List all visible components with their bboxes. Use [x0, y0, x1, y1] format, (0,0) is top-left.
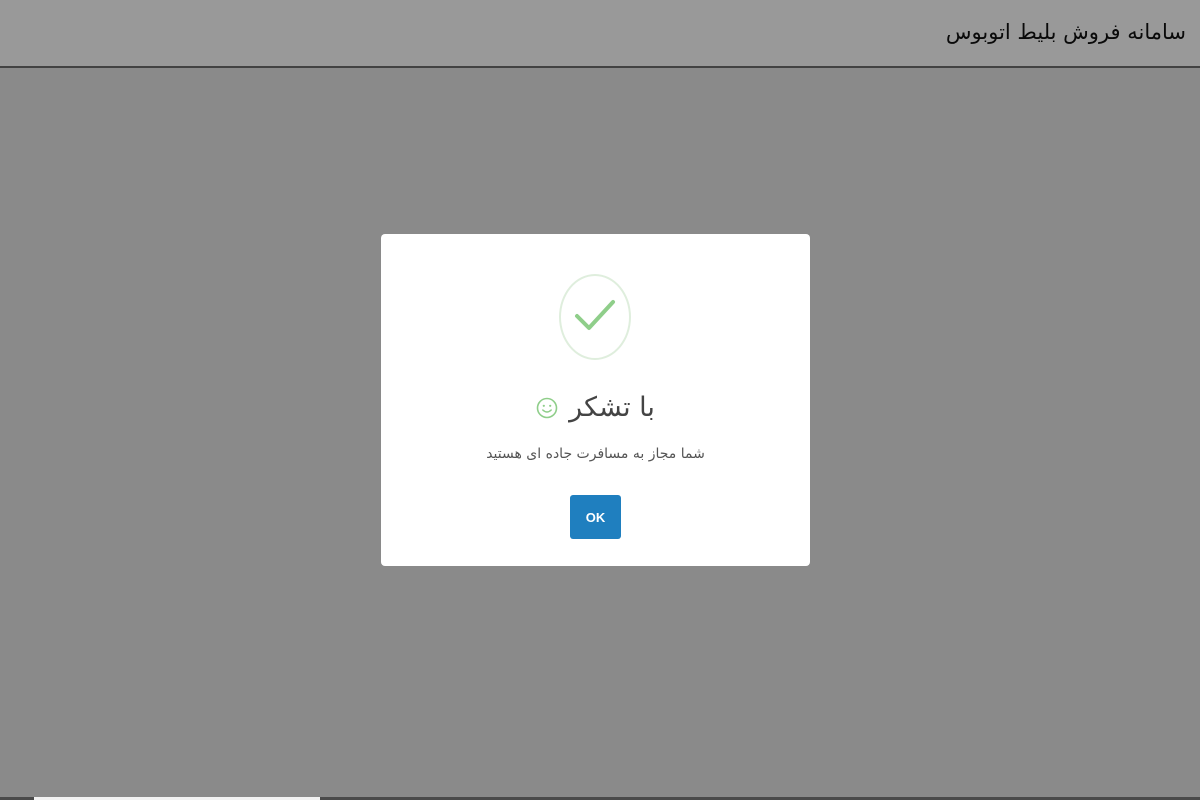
dialog-title-row: با تشکر — [381, 392, 810, 423]
page: سامانه فروش بلیط اتوبوس با تشکر شما مجاز… — [0, 0, 1200, 800]
dialog-message: شما مجاز به مسافرت جاده ای هستید — [486, 446, 705, 462]
ok-button[interactable]: OK — [570, 495, 621, 539]
checkmark-glyph — [575, 300, 615, 330]
smiley-icon — [536, 397, 558, 418]
success-dialog: با تشکر شما مجاز به مسافرت جاده ای هستید… — [381, 234, 810, 566]
checkmark-icon — [559, 274, 631, 360]
dialog-title: با تشکر — [569, 392, 655, 423]
